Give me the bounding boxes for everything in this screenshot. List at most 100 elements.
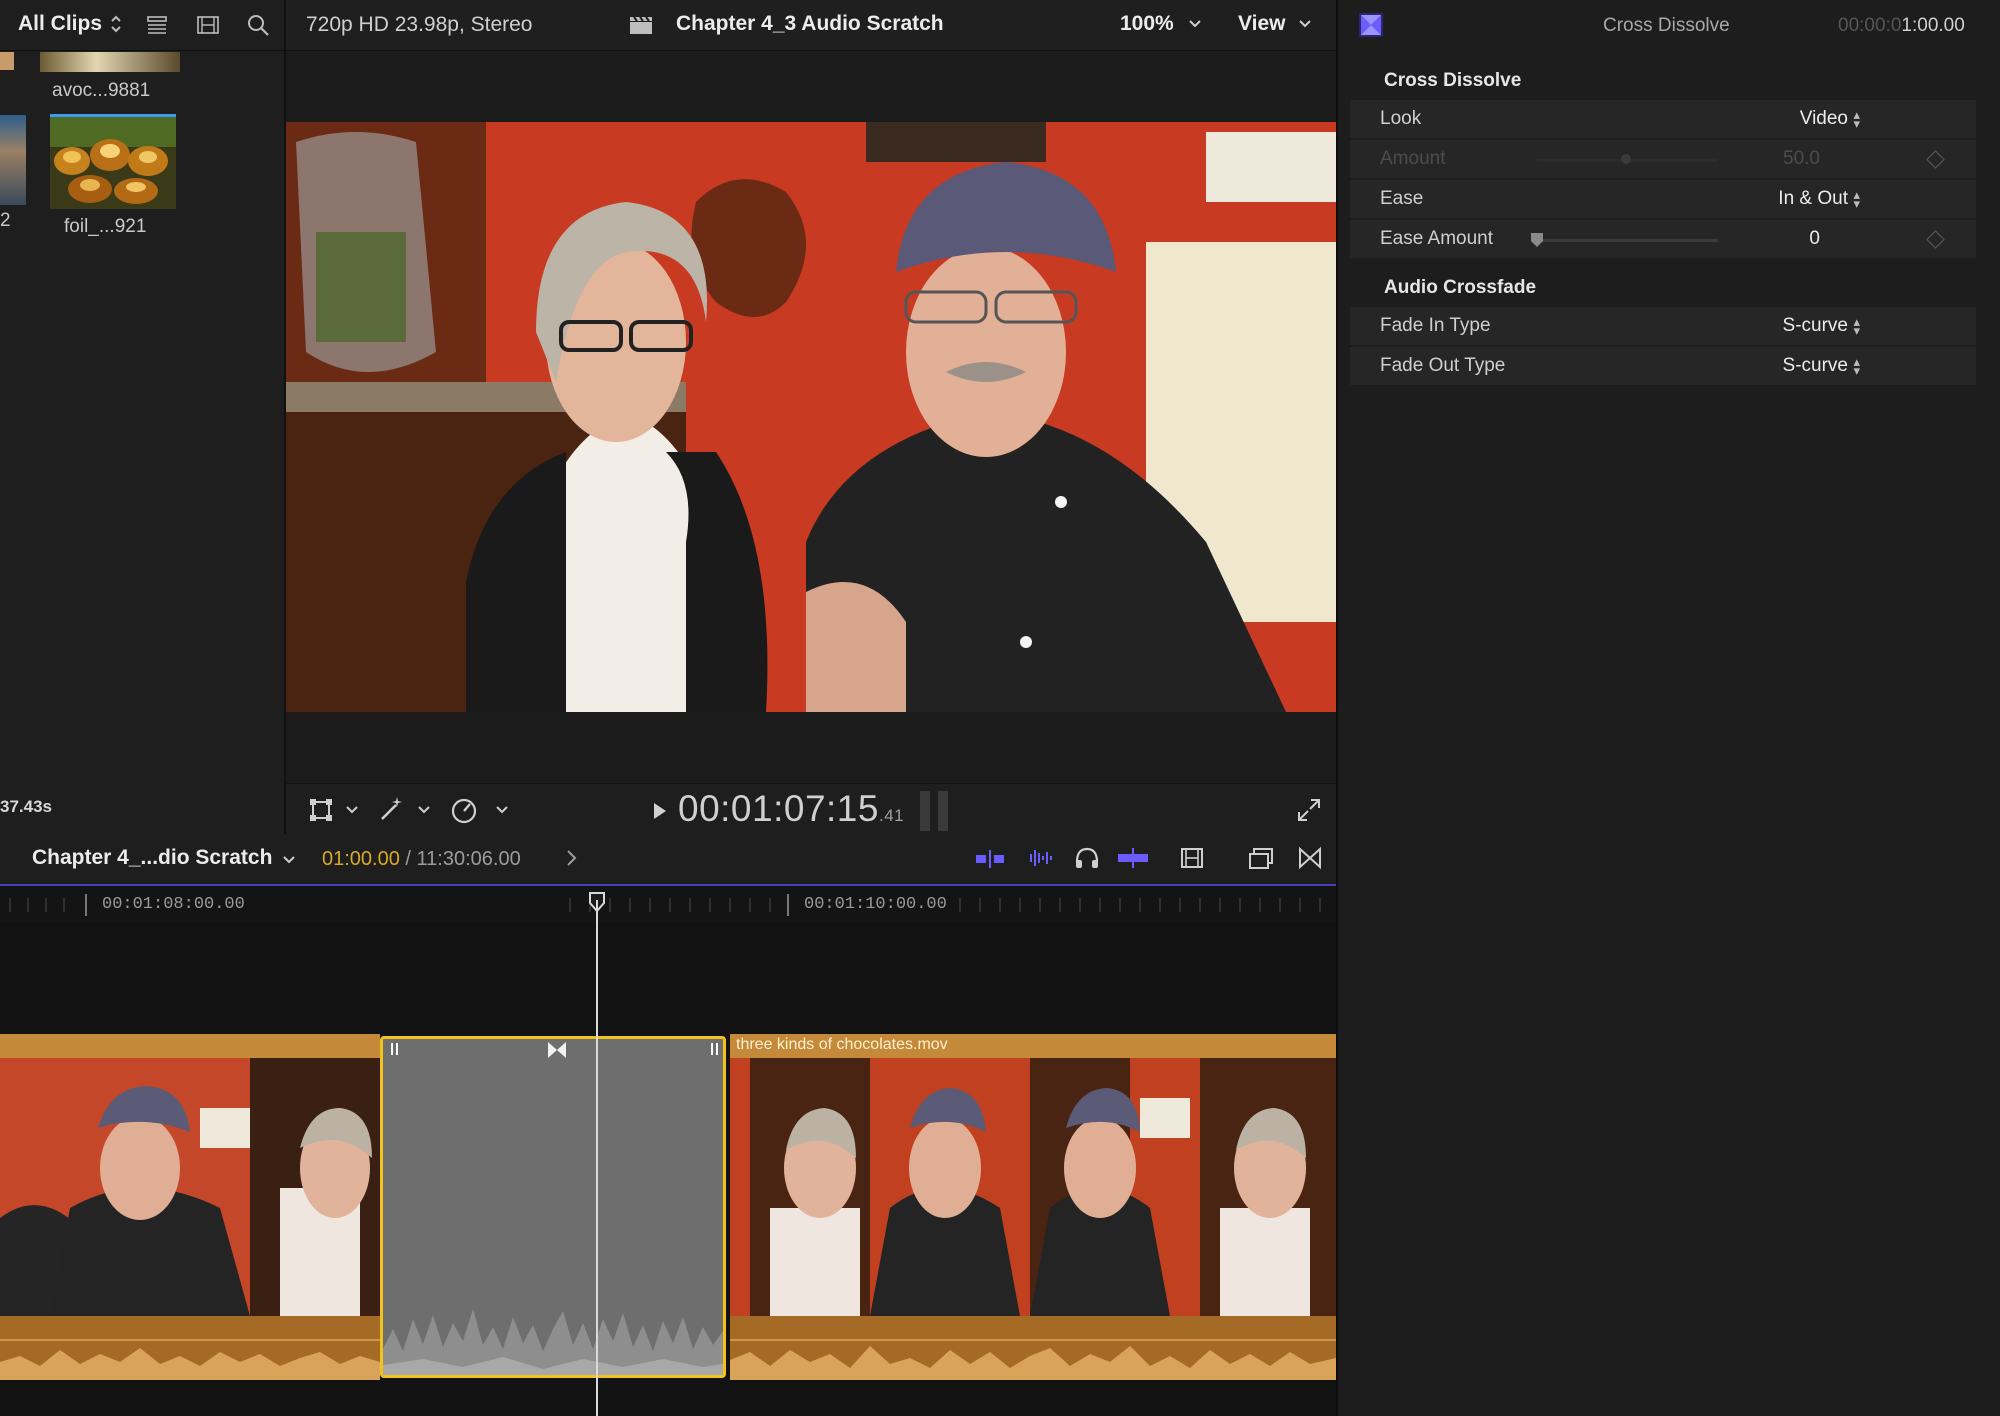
clip-thumbnail-partial[interactable]	[0, 52, 14, 70]
clip-name-partial: 2	[0, 210, 11, 231]
cross-dissolve-transition[interactable]	[380, 1036, 726, 1378]
keyframe-diamond-icon	[1926, 150, 1945, 169]
ruler-label: 00:01:10:00.00	[804, 895, 947, 914]
param-row-look[interactable]: Look Video ▴ ▾	[1350, 100, 1976, 140]
duration-value: 1:00.00	[1901, 15, 1965, 36]
param-label: Look	[1380, 108, 1422, 129]
updown-chevron-icon	[110, 13, 122, 35]
filmstrip-view-icon[interactable]	[196, 14, 220, 36]
updown-chevron-icon: ▴ ▾	[1853, 187, 1860, 211]
search-icon[interactable]	[246, 13, 270, 37]
updown-chevron-icon: ▴ ▾	[1853, 107, 1860, 131]
zoom-popup[interactable]: 100%	[1120, 12, 1174, 36]
timeline-total-time: / 11:30:06.00	[405, 848, 521, 870]
transition-icon	[547, 1041, 567, 1059]
param-row-fade-out-type[interactable]: Fade Out Type S-curve ▴ ▾	[1350, 347, 1976, 387]
ease-amount-slider-track[interactable]	[1536, 239, 1718, 242]
list-view-icon[interactable]	[146, 14, 168, 36]
param-label: Ease Amount	[1380, 228, 1494, 249]
viewer-panel: 720p HD 23.98p, Stereo Chapter 4_3 Audio…	[286, 0, 1336, 836]
filmstrip-icon[interactable]	[1180, 846, 1204, 870]
speed-gauge-icon[interactable]	[450, 796, 478, 824]
project-title: Chapter 4_3 Audio Scratch	[676, 12, 944, 35]
clips-filter-popup[interactable]: All Clips	[18, 12, 102, 36]
timecode-main: 00:01:07:15	[678, 788, 879, 829]
ease-amount-value[interactable]: 0	[1809, 228, 1820, 250]
timecode-subframes: .41	[878, 806, 905, 825]
param-row-ease[interactable]: Ease In & Out ▴ ▾	[1350, 180, 1976, 220]
chevron-down-icon[interactable]	[346, 806, 358, 814]
cross-dissolve-icon	[1358, 12, 1384, 38]
fade-in-type-popup[interactable]: S-curve	[1783, 315, 1848, 337]
headphones-icon[interactable]	[1074, 846, 1100, 870]
clip-name: avoc...9881	[52, 80, 151, 101]
timecode-display[interactable]: 00:01:07:15.41	[678, 788, 904, 830]
chevron-down-icon[interactable]	[418, 806, 430, 814]
viewer-toolbar: 720p HD 23.98p, Stereo Chapter 4_3 Audio…	[286, 0, 1336, 51]
updown-chevron-icon: ▴ ▾	[1853, 314, 1860, 338]
clip-title: three kinds of chocolates.mov	[736, 1036, 948, 1053]
transition-handle-left[interactable]	[391, 1043, 393, 1055]
inspector-panel: Cross Dissolve 00:00:01:00.00 Cross Diss…	[1336, 0, 2000, 1416]
look-popup[interactable]: Video	[1800, 108, 1848, 130]
timeline-header: Chapter 4_...dio Scratch 01:00.00 / 11:3…	[0, 834, 1336, 886]
snapping-icon[interactable]	[1116, 846, 1150, 870]
browser-panel: All Clips avoc...9881 2 foil_...921 37.4…	[0, 0, 286, 834]
audio-meter-left	[920, 791, 930, 831]
duration-dim: 00:00:0	[1838, 15, 1902, 36]
magic-wand-icon[interactable]	[378, 795, 406, 823]
timeline-clip-left[interactable]	[0, 1034, 380, 1380]
playhead[interactable]	[596, 900, 598, 1416]
section-title-audio-crossfade: Audio Crossfade	[1384, 277, 1537, 298]
param-label: Fade Out Type	[1380, 355, 1506, 376]
video-frame[interactable]	[286, 122, 1336, 712]
clip-appearance-icon[interactable]	[974, 848, 1006, 870]
ruler-label: 00:01:08:00.00	[102, 895, 245, 914]
param-label: Amount	[1380, 148, 1446, 169]
clapperboard-icon	[628, 14, 654, 36]
selection-duration: 37.43s	[0, 797, 52, 816]
param-row-amount: Amount 50.0	[1350, 140, 1976, 180]
transitions-browser-icon[interactable]	[1298, 846, 1322, 870]
play-icon[interactable]	[652, 801, 668, 821]
chevron-right-icon[interactable]	[566, 849, 578, 867]
view-popup[interactable]: View	[1238, 12, 1285, 36]
updown-chevron-icon: ▴ ▾	[1853, 354, 1860, 378]
timeline-current-time: 01:00.00	[322, 848, 400, 870]
effects-browser-icon[interactable]	[1248, 846, 1274, 870]
section-title-cross-dissolve: Cross Dissolve	[1384, 70, 1522, 91]
param-label: Fade In Type	[1380, 315, 1491, 336]
amount-slider-knob	[1620, 152, 1632, 166]
timeline-position: 01:00.00 / 11:30:06.00	[322, 848, 521, 871]
chevron-down-icon[interactable]	[496, 806, 508, 814]
browser-toolbar: All Clips	[0, 0, 284, 51]
clip-name: foil_...921	[64, 216, 147, 237]
transform-icon[interactable]	[308, 797, 334, 823]
timeline-project-name[interactable]: Chapter 4_...dio Scratch	[32, 846, 272, 870]
chevron-down-icon[interactable]	[282, 855, 296, 865]
viewer-controls: 00:01:07:15.41	[286, 783, 1336, 836]
param-label: Ease	[1380, 188, 1424, 209]
timeline-clip-right[interactable]: three kinds of chocolates.mov	[730, 1034, 1336, 1380]
inspector-duration: 00:00:01:00.00	[1838, 15, 1965, 37]
keyframe-diamond-icon[interactable]	[1926, 230, 1945, 249]
audio-skimming-icon[interactable]	[1024, 846, 1054, 870]
timeline-ruler[interactable]: 00:01:08:00.00 00:01:10:00.00	[0, 886, 1336, 922]
ease-popup[interactable]: In & Out	[1778, 188, 1848, 210]
fade-out-type-popup[interactable]: S-curve	[1783, 355, 1848, 377]
ease-amount-slider-knob[interactable]	[1530, 232, 1543, 247]
chevron-down-icon	[1188, 19, 1202, 29]
audio-meter-right	[938, 791, 948, 831]
inspector-title: Cross Dissolve	[1603, 15, 1730, 36]
clip-thumbnail-partial[interactable]	[0, 115, 26, 205]
param-row-ease-amount[interactable]: Ease Amount 0	[1350, 220, 1976, 260]
fullscreen-icon[interactable]	[1296, 797, 1322, 823]
param-row-fade-in-type[interactable]: Fade In Type S-curve ▴ ▾	[1350, 307, 1976, 347]
chevron-down-icon	[1298, 19, 1312, 29]
video-format-label: 720p HD 23.98p, Stereo	[306, 13, 533, 36]
amount-value: 50.0	[1783, 148, 1820, 169]
transition-handle-right[interactable]	[711, 1043, 713, 1055]
clip-thumbnail[interactable]	[50, 114, 176, 209]
inspector-header: Cross Dissolve 00:00:01:00.00	[1338, 0, 2000, 52]
clip-thumbnail[interactable]	[40, 52, 180, 72]
